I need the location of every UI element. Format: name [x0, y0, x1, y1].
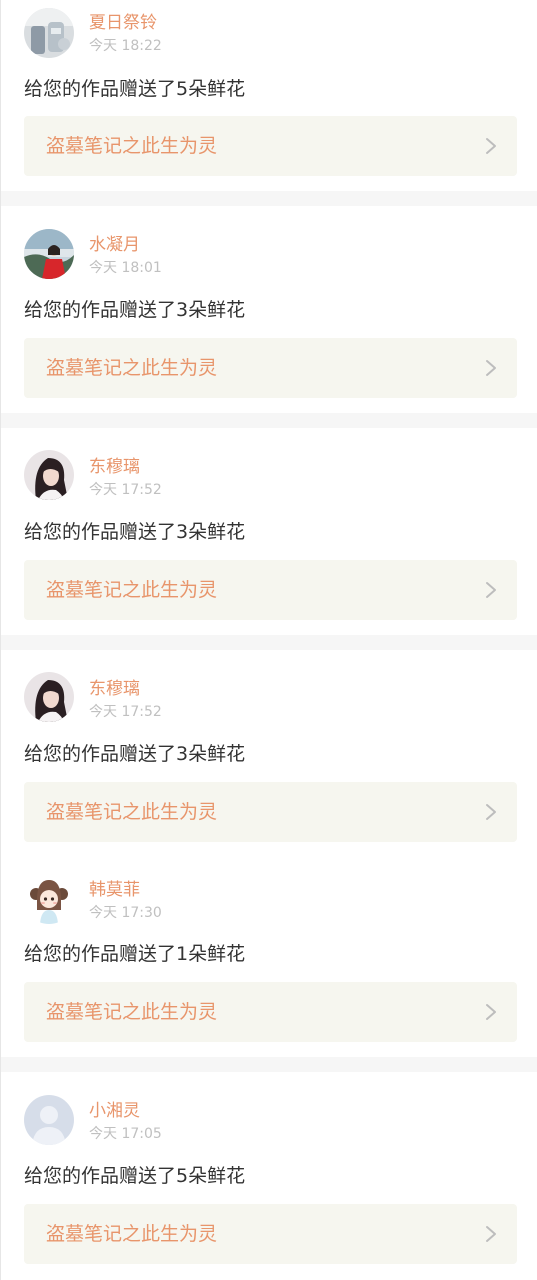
gift-message: 给您的作品赠送了3朵鲜花 [24, 743, 246, 765]
user-avatar[interactable] [24, 874, 74, 924]
timestamp: 今天 17:52 [89, 482, 162, 498]
work-link[interactable]: 盗墓笔记之此生为灵 [24, 560, 517, 620]
card-separator [1, 635, 537, 650]
photo-avatar-girl-red-dress [24, 229, 74, 279]
gift-message: 给您的作品赠送了3朵鲜花 [24, 521, 246, 543]
chevron-right-icon [486, 804, 496, 820]
card-separator [1, 191, 537, 206]
chevron-right-icon [486, 582, 496, 598]
work-link[interactable]: 盗墓笔记之此生为灵 [24, 338, 517, 398]
timestamp: 今天 17:52 [89, 704, 162, 720]
timestamp: 今天 17:05 [89, 1126, 162, 1142]
photo-avatar-dark-hair-girl [24, 450, 74, 500]
chevron-right-icon [486, 1226, 496, 1242]
work-link[interactable]: 盗墓笔记之此生为灵 [24, 982, 517, 1042]
chevron-right-icon [486, 138, 496, 154]
timestamp: 今天 18:01 [89, 260, 162, 276]
work-title: 盗墓笔记之此生为灵 [46, 135, 218, 157]
chevron-right-icon [486, 360, 496, 376]
username[interactable]: 韩莫菲 [89, 880, 140, 900]
work-link[interactable]: 盗墓笔记之此生为灵 [24, 782, 517, 842]
notification-card: 韩莫菲 今天 17:30 给您的作品赠送了1朵鲜花 盗墓笔记之此生为灵 [1, 856, 537, 1057]
notification-feed: 夏日祭铃 今天 18:22 给您的作品赠送了5朵鲜花 盗墓笔记之此生为灵 水凝月… [0, 0, 537, 1280]
card-separator [1, 1057, 537, 1072]
timestamp: 今天 18:22 [89, 38, 162, 54]
card-separator [1, 413, 537, 428]
default-person-avatar [24, 1095, 74, 1145]
username[interactable]: 水凝月 [89, 235, 140, 255]
cartoon-avatar-girl [24, 874, 74, 924]
work-link[interactable]: 盗墓笔记之此生为灵 [24, 116, 517, 176]
work-title: 盗墓笔记之此生为灵 [46, 579, 218, 601]
notification-card: 东穆璃 今天 17:52 给您的作品赠送了3朵鲜花 盗墓笔记之此生为灵 [1, 650, 537, 856]
work-title: 盗墓笔记之此生为灵 [46, 1001, 218, 1023]
work-title: 盗墓笔记之此生为灵 [46, 357, 218, 379]
gift-message: 给您的作品赠送了5朵鲜花 [24, 1165, 246, 1187]
work-link[interactable]: 盗墓笔记之此生为灵 [24, 1204, 517, 1264]
photo-avatar-objects [24, 8, 74, 58]
timestamp: 今天 17:30 [89, 905, 162, 921]
user-avatar[interactable] [24, 672, 74, 722]
notification-card: 东穆璃 今天 17:52 给您的作品赠送了3朵鲜花 盗墓笔记之此生为灵 [1, 428, 537, 635]
user-avatar[interactable] [24, 8, 74, 58]
username[interactable]: 小湘灵 [89, 1101, 140, 1121]
gift-message: 给您的作品赠送了3朵鲜花 [24, 299, 246, 321]
user-avatar[interactable] [24, 229, 74, 279]
user-avatar[interactable] [24, 450, 74, 500]
notification-card: 夏日祭铃 今天 18:22 给您的作品赠送了5朵鲜花 盗墓笔记之此生为灵 [1, 0, 537, 191]
notification-card: 小湘灵 今天 17:05 给您的作品赠送了5朵鲜花 盗墓笔记之此生为灵 [1, 1072, 537, 1280]
work-title: 盗墓笔记之此生为灵 [46, 801, 218, 823]
gift-message: 给您的作品赠送了5朵鲜花 [24, 78, 246, 100]
photo-avatar-dark-hair-girl [24, 672, 74, 722]
gift-message: 给您的作品赠送了1朵鲜花 [24, 943, 246, 965]
username[interactable]: 夏日祭铃 [89, 13, 157, 33]
user-avatar[interactable] [24, 1095, 74, 1145]
chevron-right-icon [486, 1004, 496, 1020]
work-title: 盗墓笔记之此生为灵 [46, 1223, 218, 1245]
username[interactable]: 东穆璃 [89, 679, 140, 699]
username[interactable]: 东穆璃 [89, 457, 140, 477]
notification-card: 水凝月 今天 18:01 给您的作品赠送了3朵鲜花 盗墓笔记之此生为灵 [1, 206, 537, 413]
